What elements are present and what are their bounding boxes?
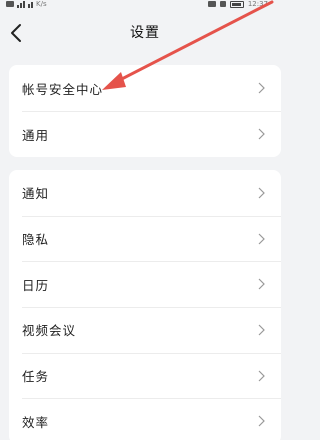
- row-label: 效率: [22, 414, 50, 430]
- row-label: 隐私: [22, 232, 50, 248]
- battery-icon: [229, 0, 244, 8]
- back-arrow-icon[interactable]: [8, 22, 28, 44]
- row-label: 通知: [22, 186, 50, 202]
- chevron-right-icon: [258, 415, 265, 427]
- row-calendar[interactable]: 日历: [9, 261, 281, 307]
- chevron-right-icon: [258, 370, 265, 382]
- row-account-security[interactable]: 帐号安全中心: [9, 65, 281, 111]
- page-title: 设置: [130, 25, 160, 41]
- hd-icon: [6, 1, 14, 7]
- chevron-right-icon: [258, 233, 265, 244]
- alarm-icon: [207, 1, 216, 7]
- row-privacy[interactable]: 隐私: [9, 215, 281, 262]
- row-general[interactable]: 通用: [9, 111, 281, 157]
- signal-icon: [17, 0, 25, 8]
- vibrate-icon: [219, 1, 226, 7]
- chevron-right-icon: [258, 324, 265, 336]
- chevron-right-icon: [258, 82, 265, 94]
- header: 设置: [0, 12, 290, 52]
- status-bar: K/s 12:37: [0, 0, 290, 12]
- row-label: 日历: [22, 277, 50, 293]
- row-video-meeting[interactable]: 视频会议: [9, 307, 281, 353]
- wifi-icon: [28, 1, 33, 8]
- row-notifications[interactable]: 通知: [9, 170, 281, 216]
- row-tasks[interactable]: 任务: [9, 352, 281, 399]
- chevron-right-icon: [258, 128, 265, 140]
- row-efficiency[interactable]: 效率: [9, 398, 281, 440]
- row-label: 视频会议: [22, 323, 77, 339]
- settings-group-features: 通知 隐私 日历 视频会议 任务 效率: [9, 170, 281, 440]
- row-label: 通用: [22, 127, 50, 143]
- status-time: 12:37: [247, 0, 268, 8]
- row-label: 任务: [22, 369, 50, 385]
- chevron-right-icon: [258, 278, 265, 290]
- chevron-right-icon: [258, 187, 265, 199]
- settings-group-account: 帐号安全中心 通用: [9, 65, 281, 157]
- row-label: 帐号安全中心: [22, 81, 104, 97]
- net-speed: K/s: [36, 0, 47, 8]
